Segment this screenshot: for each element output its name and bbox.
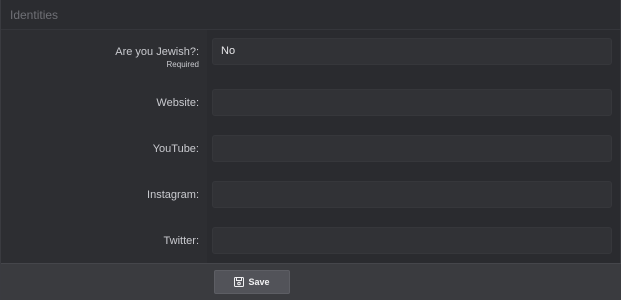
panel-title: Identities: [1, 0, 620, 30]
website-input[interactable]: [212, 89, 612, 116]
save-button[interactable]: Save: [214, 270, 290, 294]
youtube-label: YouTube:: [152, 143, 199, 155]
youtube-input[interactable]: [212, 135, 612, 162]
instagram-input[interactable]: [212, 181, 612, 208]
save-label: Save: [248, 277, 270, 287]
twitter-input[interactable]: [212, 227, 612, 254]
form-footer: Save: [1, 263, 621, 300]
website-label: Website:: [156, 97, 199, 109]
jewish-label: Are you Jewish?:: [115, 46, 199, 58]
twitter-label: Twitter:: [163, 235, 199, 247]
required-label: Required: [166, 60, 199, 69]
floppy-disk-icon: [234, 277, 245, 287]
form-body: Are you Jewish?: Required No Website: Yo…: [1, 30, 620, 263]
instagram-label: Instagram:: [147, 189, 199, 201]
identities-panel: Identities Are you Jewish?: Required No …: [0, 0, 621, 300]
jewish-select[interactable]: No: [212, 38, 612, 65]
